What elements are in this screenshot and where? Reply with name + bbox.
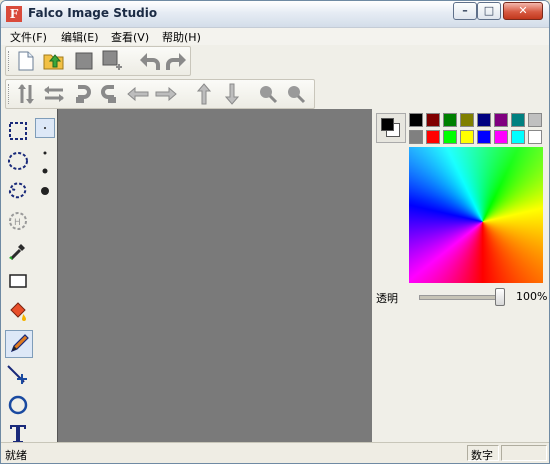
redo-icon[interactable] xyxy=(164,50,188,72)
menu-bar: 文件(F) 编辑(E) 查看(V) 帮助(H) xyxy=(1,28,549,45)
undo-icon[interactable] xyxy=(138,50,162,72)
status-text: 就绪 xyxy=(5,449,27,462)
status-mode: 数字 xyxy=(471,449,493,462)
color-swatch[interactable] xyxy=(511,113,525,127)
open-folder-icon[interactable] xyxy=(42,50,66,72)
color-swatch[interactable] xyxy=(494,113,508,127)
minimize-button[interactable]: – xyxy=(453,2,477,20)
status-bar: 就绪 数字 xyxy=(1,442,549,463)
color-selector[interactable] xyxy=(376,113,406,143)
pencil-icon[interactable] xyxy=(5,330,33,358)
rotate-left-icon[interactable] xyxy=(70,83,94,105)
color-swatch[interactable] xyxy=(460,113,474,127)
save-as-icon[interactable] xyxy=(102,50,126,72)
save-icon[interactable] xyxy=(72,50,96,72)
line-icon[interactable] xyxy=(5,362,31,388)
zoom-in-icon[interactable] xyxy=(256,83,280,105)
window-title: Falco Image Studio xyxy=(28,6,158,20)
arrow-right-icon[interactable] xyxy=(154,83,178,105)
image-canvas[interactable] xyxy=(57,109,372,442)
color-swatch[interactable] xyxy=(409,113,423,127)
flip-horizontal-icon[interactable] xyxy=(42,83,66,105)
color-swatch[interactable] xyxy=(477,113,491,127)
svg-text:H: H xyxy=(14,218,21,228)
new-file-icon[interactable] xyxy=(14,50,38,72)
brush-size-1[interactable] xyxy=(35,118,55,138)
minimize-icon: – xyxy=(462,4,468,17)
title-bar: F Falco Image Studio – □ ✕ xyxy=(1,1,549,28)
eyedropper-icon[interactable] xyxy=(5,238,31,264)
lasso-select-icon[interactable] xyxy=(5,178,31,204)
fill-bucket-icon[interactable] xyxy=(5,298,31,324)
opacity-slider-thumb[interactable] xyxy=(495,288,505,306)
color-swatch[interactable] xyxy=(477,130,491,144)
transform-toolbar xyxy=(5,79,315,109)
zoom-out-icon[interactable] xyxy=(284,83,308,105)
color-swatch[interactable] xyxy=(409,130,423,144)
color-swatch[interactable] xyxy=(494,130,508,144)
rotate-right-icon[interactable] xyxy=(98,83,122,105)
color-panel: 透明 100% xyxy=(373,109,549,442)
status-mode-cell: 数字 xyxy=(467,445,499,462)
toolbar-grip[interactable] xyxy=(8,84,11,104)
opacity-value: 100% xyxy=(516,290,548,303)
menu-edit[interactable]: 编辑(E) xyxy=(61,29,99,45)
tool-panel: H xyxy=(1,114,58,443)
color-swatch[interactable] xyxy=(443,113,457,127)
rect-select-icon[interactable] xyxy=(5,118,31,144)
color-swatch[interactable] xyxy=(460,130,474,144)
ellipse-icon[interactable] xyxy=(5,392,31,418)
arrow-up-icon[interactable] xyxy=(192,83,216,105)
color-swatch[interactable] xyxy=(511,130,525,144)
ellipse-select-icon[interactable] xyxy=(5,148,31,174)
menu-file[interactable]: 文件(F) xyxy=(10,29,47,45)
close-icon: ✕ xyxy=(518,4,528,17)
app-icon: F xyxy=(6,6,22,22)
status-empty-cell xyxy=(501,445,547,461)
color-swatch[interactable] xyxy=(426,113,440,127)
brush-size-4[interactable] xyxy=(32,178,58,204)
maximize-icon: □ xyxy=(483,4,495,17)
arrow-left-icon[interactable] xyxy=(126,83,150,105)
color-swatch[interactable] xyxy=(443,130,457,144)
arrow-down-icon[interactable] xyxy=(220,83,244,105)
flip-vertical-icon[interactable] xyxy=(14,83,38,105)
rectangle-icon[interactable] xyxy=(5,268,31,294)
color-swatch[interactable] xyxy=(528,130,542,144)
app-window: F Falco Image Studio – □ ✕ 文件(F) 编辑(E) 查… xyxy=(0,0,550,464)
opacity-label: 透明 xyxy=(376,292,398,305)
opacity-slider[interactable] xyxy=(419,295,505,300)
menu-help[interactable]: 帮助(H) xyxy=(162,29,201,45)
toolbar-grip[interactable] xyxy=(8,51,11,71)
close-button[interactable]: ✕ xyxy=(503,2,543,20)
file-toolbar xyxy=(5,46,191,76)
foreground-color-swatch[interactable] xyxy=(381,118,394,131)
color-spectrum[interactable] xyxy=(409,147,543,283)
maximize-button[interactable]: □ xyxy=(477,2,501,20)
color-swatch[interactable] xyxy=(426,130,440,144)
magic-wand-icon[interactable]: H xyxy=(5,208,31,234)
color-swatch[interactable] xyxy=(528,113,542,127)
menu-view[interactable]: 查看(V) xyxy=(111,29,149,45)
